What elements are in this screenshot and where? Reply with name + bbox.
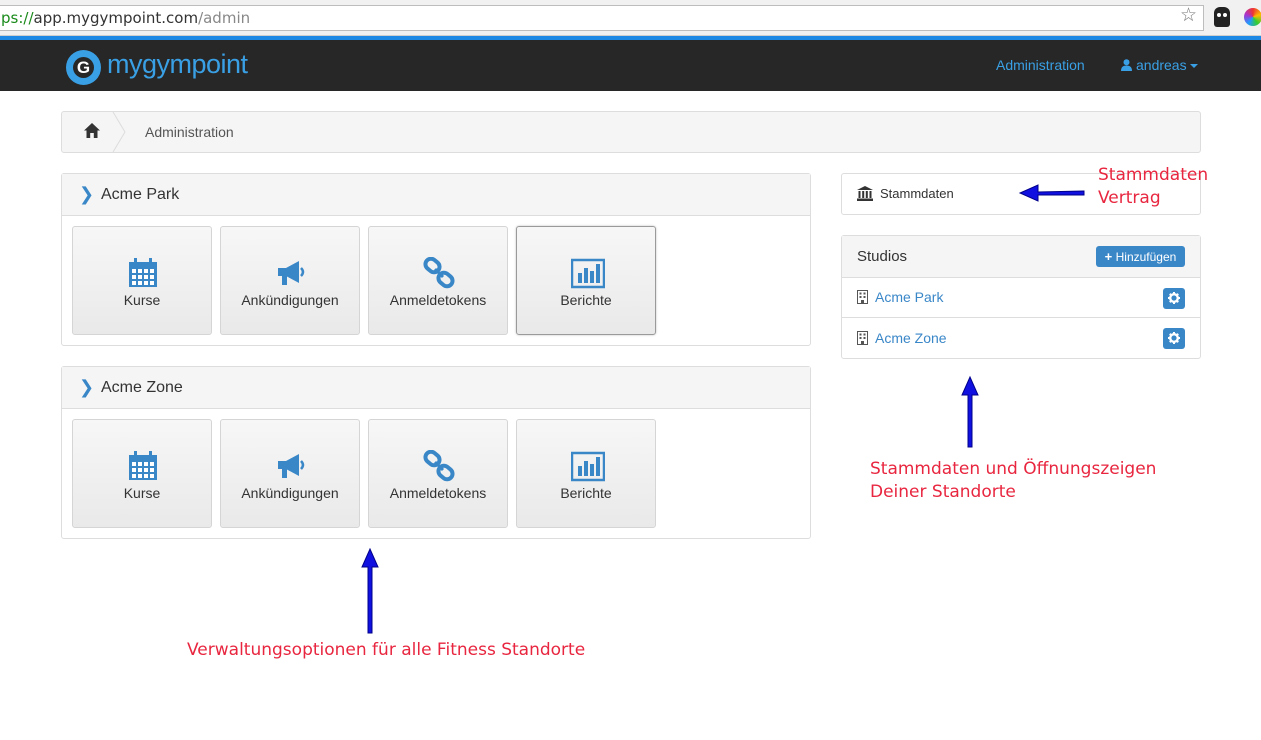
- stammdaten-link[interactable]: Stammdaten: [880, 186, 954, 201]
- nav-administration-link[interactable]: Administration: [996, 57, 1085, 73]
- calendar-icon: [129, 451, 157, 480]
- tile-label: Kurse: [123, 292, 161, 308]
- plus-icon: +: [1104, 249, 1113, 264]
- tile-label: Berichte: [560, 485, 612, 501]
- user-icon: [1121, 59, 1132, 71]
- tile-anmeldetokens[interactable]: Anmeldetokens: [368, 419, 508, 528]
- link-icon: [423, 450, 455, 482]
- tile-berichte[interactable]: Berichte: [516, 226, 656, 335]
- tile-label: Anmeldetokens: [389, 485, 487, 501]
- megaphone-icon: [278, 261, 305, 285]
- chevron-right-icon: ❯: [79, 377, 95, 397]
- bar-chart-icon: [571, 258, 605, 289]
- tile-berichte[interactable]: Berichte: [516, 419, 656, 528]
- user-name: andreas: [1136, 57, 1187, 73]
- tile-kurse[interactable]: Kurse: [72, 226, 212, 335]
- annotation-arrow-up-icon: [961, 375, 979, 448]
- breadcrumb-current: Administration: [145, 124, 234, 140]
- tile-ankuendigungen[interactable]: Ankündigungen: [220, 419, 360, 528]
- annotation-arrow-left-icon: [1018, 184, 1085, 202]
- studio-settings-button[interactable]: [1163, 288, 1185, 309]
- building-icon: [857, 331, 868, 345]
- address-bar[interactable]: ps://app.mygympoint.com/admin: [0, 5, 1204, 31]
- chevron-right-icon: ❯: [79, 184, 95, 204]
- bank-icon: [857, 186, 873, 201]
- studio-settings-button[interactable]: [1163, 328, 1185, 349]
- tile-kurse[interactable]: Kurse: [72, 419, 212, 528]
- annotation-options: Verwaltungsoptionen für alle Fitness Sta…: [187, 640, 586, 660]
- bar-chart-icon: [571, 451, 605, 482]
- tile-label: Kurse: [123, 485, 161, 501]
- color-extension-icon[interactable]: [1244, 8, 1261, 26]
- url-text: ps://app.mygympoint.com/admin: [1, 9, 251, 27]
- owl-extension-icon[interactable]: [1214, 7, 1230, 27]
- logo-icon[interactable]: G: [66, 50, 101, 85]
- tile-label: Anmeldetokens: [389, 292, 487, 308]
- chevron-down-icon: [1189, 64, 1198, 69]
- studios-title: Studios: [857, 248, 908, 265]
- gear-icon: [1168, 332, 1180, 344]
- studio-link-acme-park[interactable]: Acme Park: [875, 289, 943, 305]
- studio-link-acme-zone[interactable]: Acme Zone: [875, 330, 947, 346]
- annotation-stammdaten-line2: Vertrag: [1098, 188, 1161, 208]
- annotation-stammdaten-line1: Stammdaten: [1098, 165, 1209, 185]
- add-studio-button[interactable]: + Hinzufügen: [1096, 246, 1185, 267]
- add-button-label: Hinzufügen: [1115, 250, 1177, 264]
- link-icon: [423, 257, 455, 289]
- bookmark-star-icon[interactable]: ☆: [1180, 6, 1197, 25]
- tile-ankuendigungen[interactable]: Ankündigungen: [220, 226, 360, 335]
- panel-title: Acme Park: [101, 186, 180, 203]
- building-icon: [857, 290, 868, 304]
- tile-label: Berichte: [560, 292, 612, 308]
- user-menu[interactable]: andreas: [1121, 57, 1198, 73]
- annotation-arrow-up-icon: [361, 547, 379, 634]
- annotation-studios-line2: Deiner Standorte: [870, 482, 1016, 502]
- megaphone-icon: [278, 454, 305, 478]
- tile-label: Ankündigungen: [241, 485, 339, 501]
- tile-label: Ankündigungen: [241, 292, 339, 308]
- annotation-studios-line1: Stammdaten und Öffnungszeigen: [870, 459, 1157, 479]
- home-icon[interactable]: [81, 121, 103, 141]
- panel-title: Acme Zone: [101, 379, 183, 396]
- row-divider: [842, 317, 1200, 318]
- breadcrumb-separator: [112, 112, 126, 152]
- logo-text[interactable]: mygympoint: [107, 49, 248, 80]
- tile-anmeldetokens[interactable]: Anmeldetokens: [368, 226, 508, 335]
- gear-icon: [1168, 292, 1180, 304]
- calendar-icon: [129, 258, 157, 287]
